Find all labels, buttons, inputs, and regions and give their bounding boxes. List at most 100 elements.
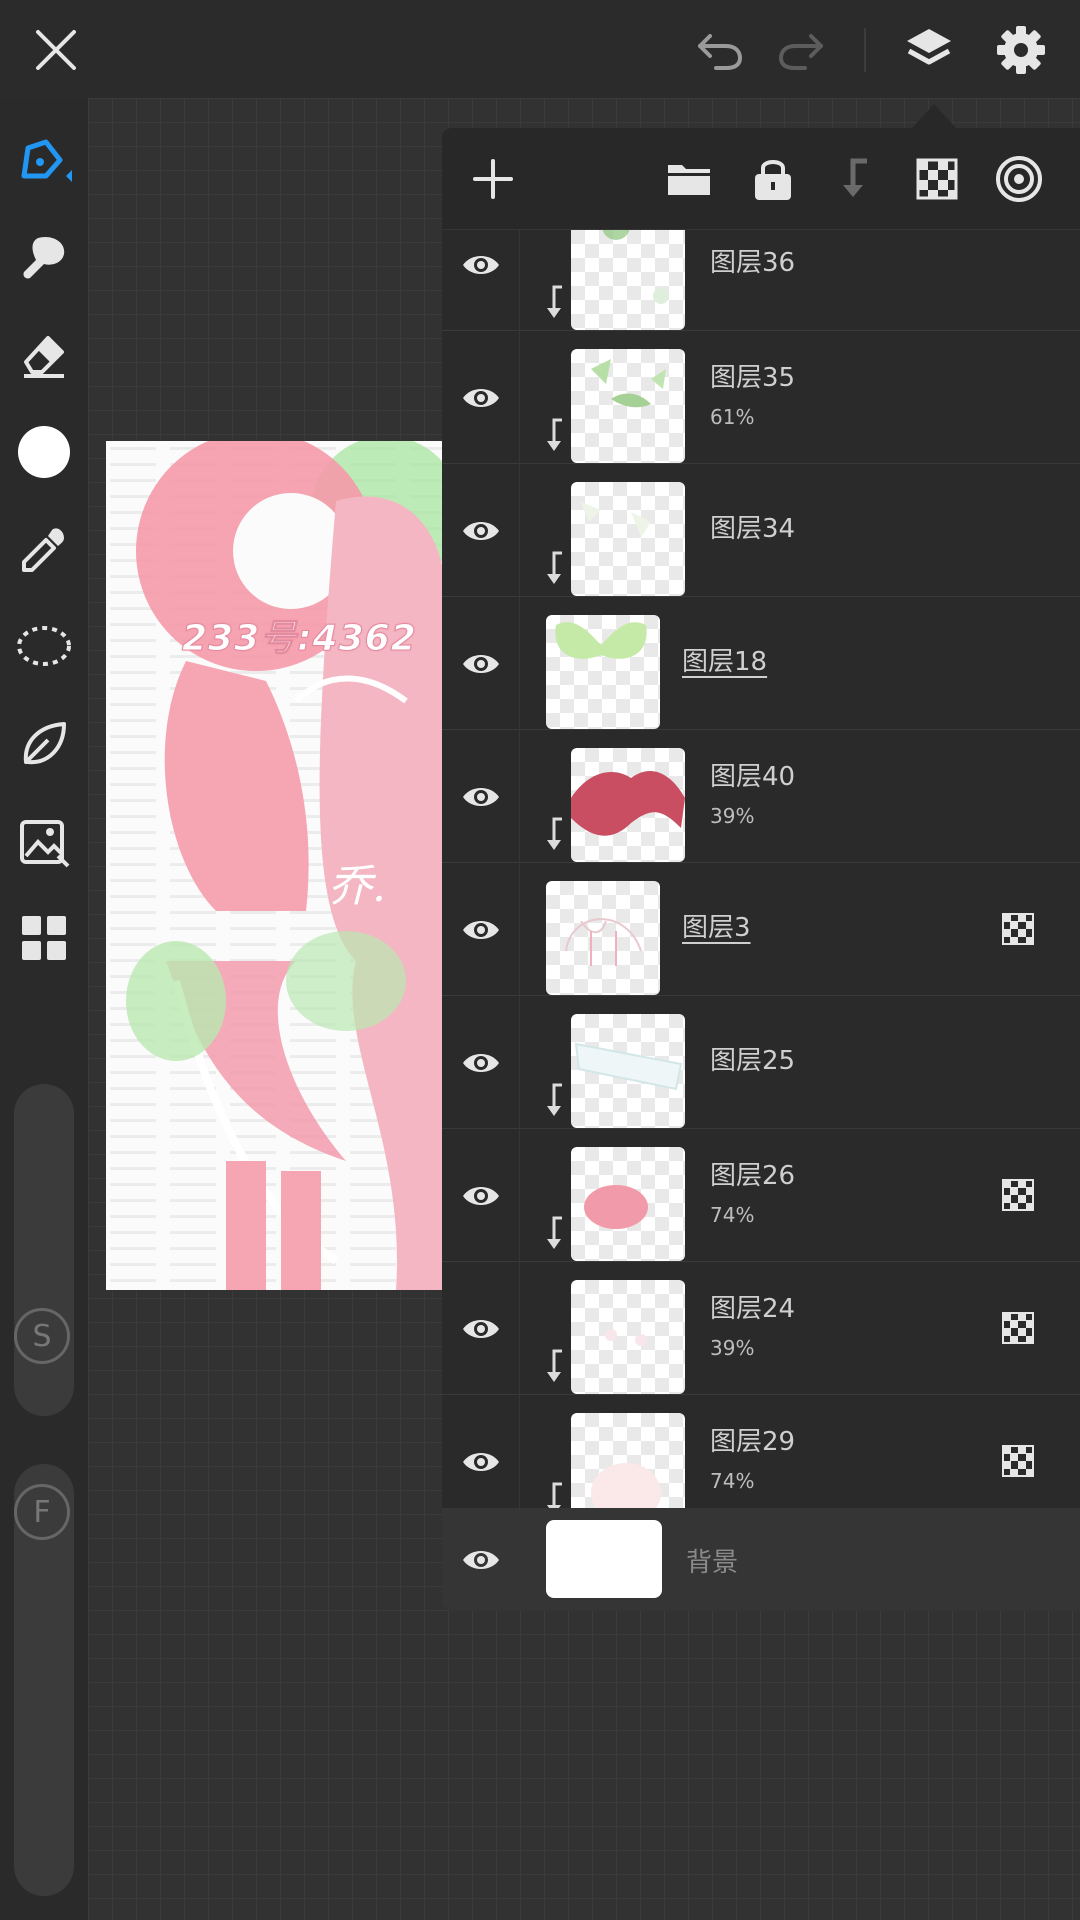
layer-thumbnail[interactable] xyxy=(571,482,685,596)
add-layer-button[interactable] xyxy=(460,146,526,212)
pen-tool-button[interactable] xyxy=(8,124,80,196)
clipping-indicator xyxy=(542,816,566,854)
background-layer-name: 背景 xyxy=(686,1548,739,1578)
layer-row[interactable]: 图层3 xyxy=(442,863,1080,996)
layer-name[interactable]: 图层26 xyxy=(710,1155,795,1192)
visibility-toggle[interactable] xyxy=(442,230,520,331)
layer-name[interactable]: 图层24 xyxy=(710,1288,795,1325)
blend-mode-button[interactable] xyxy=(1002,1445,1034,1477)
clip-arrow-icon xyxy=(547,817,562,850)
top-bar xyxy=(0,0,1080,98)
eye-icon xyxy=(462,521,499,540)
brush-flow-knob[interactable]: F xyxy=(14,1484,70,1540)
lock-layer-button[interactable] xyxy=(740,146,806,212)
layer-opacity: 39% xyxy=(710,804,755,828)
layer-name[interactable]: 图层18 xyxy=(682,641,767,678)
blend-mode-button[interactable] xyxy=(1002,1179,1034,1211)
blend-mode-button[interactable] xyxy=(1002,913,1034,945)
thumbnail-art xyxy=(591,359,666,408)
layers-button[interactable] xyxy=(893,14,965,86)
settings-button[interactable] xyxy=(985,14,1057,86)
layer-name[interactable]: 图层35 xyxy=(710,357,795,394)
smudge-icon xyxy=(23,236,65,279)
layer-thumbnail[interactable] xyxy=(571,1280,685,1394)
layer-thumbnail[interactable] xyxy=(571,748,685,862)
redo-button[interactable] xyxy=(765,14,837,86)
lasso-tool-button[interactable] xyxy=(8,610,80,682)
layer-thumbnail[interactable] xyxy=(571,230,685,330)
clip-icon xyxy=(843,158,867,197)
background-layer-row[interactable]: 背景 xyxy=(442,1508,1080,1611)
eraser-tool-button[interactable] xyxy=(8,318,80,390)
undo-button[interactable] xyxy=(684,14,756,86)
close-icon xyxy=(36,30,76,70)
visibility-toggle[interactable] xyxy=(442,1129,520,1262)
layer-opacity: 61% xyxy=(710,405,755,429)
brush-flow-slider[interactable]: F xyxy=(14,1464,74,1896)
color-picker-button[interactable] xyxy=(8,416,80,488)
clipping-indicator xyxy=(542,1215,566,1253)
layer-opacity: 74% xyxy=(710,1469,755,1493)
layer-row[interactable]: 图层40 39% xyxy=(442,730,1080,863)
visibility-toggle[interactable] xyxy=(442,1262,520,1395)
layer-row[interactable]: 图层36 xyxy=(442,230,1080,331)
new-folder-button[interactable] xyxy=(656,146,722,212)
eyedropper-tool-button[interactable] xyxy=(8,514,80,586)
brush-size-slider[interactable]: S xyxy=(14,1084,74,1416)
layer-name[interactable]: 图层25 xyxy=(710,1040,795,1077)
liquify-tool-button[interactable] xyxy=(8,708,80,780)
clip-arrow-icon xyxy=(547,285,562,318)
layer-thumbnail[interactable] xyxy=(571,1147,685,1261)
blend-mode-icon xyxy=(1002,913,1034,945)
layer-row[interactable]: 图层34 xyxy=(442,464,1080,597)
visibility-toggle[interactable] xyxy=(442,464,520,597)
brush-flow-label: F xyxy=(33,1494,51,1530)
visibility-toggle[interactable] xyxy=(442,331,520,464)
blend-mode-button[interactable] xyxy=(1002,1312,1034,1344)
layer-thumbnail[interactable] xyxy=(546,615,660,729)
artwork-canvas[interactable]: 乔. 233号:4362 xyxy=(106,441,446,1290)
image-import-button[interactable] xyxy=(8,806,80,878)
visibility-toggle[interactable] xyxy=(442,597,520,730)
smudge-tool-button[interactable] xyxy=(8,222,80,294)
brush-size-label: S xyxy=(32,1318,52,1354)
layer-row[interactable]: 图层18 xyxy=(442,597,1080,730)
layer-thumbnail[interactable] xyxy=(571,1014,685,1128)
brush-size-knob[interactable]: S xyxy=(14,1308,70,1364)
clip-arrow-icon xyxy=(547,1349,562,1382)
eye-icon xyxy=(462,654,499,673)
reference-layer-button[interactable] xyxy=(986,146,1052,212)
layer-name[interactable]: 图层29 xyxy=(710,1421,795,1458)
eyedropper-icon xyxy=(22,528,64,572)
layer-name[interactable]: 图层3 xyxy=(682,907,751,944)
clipping-indicator xyxy=(542,284,566,322)
clipping-mask-button[interactable] xyxy=(822,146,888,212)
eye-icon xyxy=(462,1186,499,1205)
layer-row[interactable]: 图层24 39% xyxy=(442,1262,1080,1395)
visibility-toggle[interactable] xyxy=(442,1508,520,1611)
alpha-lock-button[interactable] xyxy=(904,146,970,212)
layer-name[interactable]: 图层34 xyxy=(710,508,795,545)
layer-name[interactable]: 图层40 xyxy=(710,756,795,793)
eye-icon xyxy=(462,787,499,806)
visibility-toggle[interactable] xyxy=(442,730,520,863)
layer-name[interactable]: 图层36 xyxy=(710,242,795,279)
blend-mode-icon xyxy=(1002,1445,1034,1477)
visibility-toggle[interactable] xyxy=(442,996,520,1129)
eye-icon xyxy=(463,1550,499,1569)
left-toolbar: S F xyxy=(0,98,88,1920)
layer-list[interactable]: 图层36 图层35 61% 图层34 图层18 图层40 39% 图层3 图层25 图层26 74%… xyxy=(442,230,1080,1611)
visibility-toggle[interactable] xyxy=(442,863,520,996)
thumbnail-art xyxy=(602,230,669,304)
layer-thumbnail[interactable] xyxy=(546,881,660,995)
undo-icon xyxy=(698,34,743,70)
layer-row[interactable]: 图层35 61% xyxy=(442,331,1080,464)
layer-row[interactable]: 图层26 74% xyxy=(442,1129,1080,1262)
more-tools-button[interactable] xyxy=(8,902,80,974)
layer-row[interactable]: 图层25 xyxy=(442,996,1080,1129)
thumbnail-art xyxy=(584,1185,648,1229)
layer-thumbnail[interactable] xyxy=(571,349,685,463)
thumbnail-art xyxy=(571,770,685,836)
lasso-icon xyxy=(17,626,71,666)
close-button[interactable] xyxy=(20,14,92,86)
